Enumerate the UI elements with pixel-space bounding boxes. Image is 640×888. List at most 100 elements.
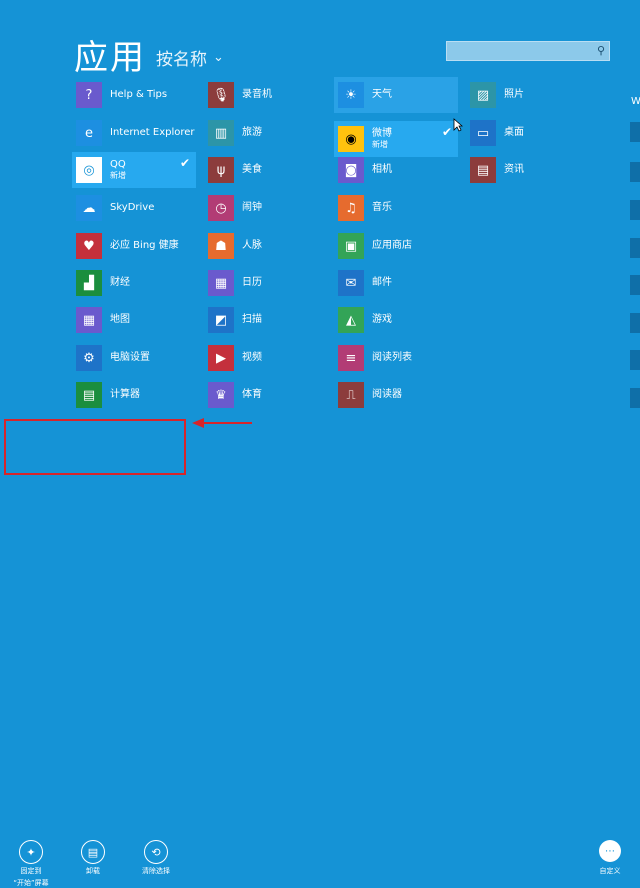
- app-tile[interactable]: ✉ 邮件: [334, 265, 458, 301]
- app-icon: ♥: [76, 233, 102, 259]
- app-icon: ▤: [76, 382, 102, 408]
- app-tile[interactable]: 🎙 录音机: [204, 77, 328, 113]
- app-tile[interactable]: ▥ 旅游: [204, 115, 328, 151]
- app-tile[interactable]: ▤ 资讯: [466, 152, 590, 188]
- app-icon: ⎍: [338, 382, 364, 408]
- sort-label: 按名称: [156, 50, 207, 70]
- app-tile[interactable]: ◭ 游戏: [334, 302, 458, 338]
- app-tile[interactable]: ▣ 应用商店: [334, 228, 458, 264]
- app-label-wrap: 闹钟: [242, 202, 262, 214]
- app-icon: ▟: [76, 270, 102, 296]
- pin-icon: ✦: [19, 840, 43, 864]
- app-label-wrap: 电脑设置: [110, 352, 150, 364]
- app-label: 地图: [110, 314, 130, 325]
- partial-app-tile[interactable]: [630, 162, 640, 182]
- customize-button[interactable]: ⋯ 自定义: [586, 840, 634, 876]
- app-tile[interactable]: ? Help & Tips: [72, 77, 196, 113]
- app-icon: ▶: [208, 345, 234, 371]
- partial-app-tile[interactable]: [630, 275, 640, 295]
- app-tile[interactable]: ◎ QQ 新增 ✔: [72, 152, 196, 188]
- app-icon: ▣: [338, 233, 364, 259]
- mouse-cursor-icon: [453, 118, 463, 132]
- app-tile[interactable]: ◷ 闹钟: [204, 190, 328, 226]
- app-icon: ◷: [208, 195, 234, 221]
- app-tile[interactable]: ♫ 音乐: [334, 190, 458, 226]
- app-tile[interactable]: ◩ 扫描: [204, 302, 328, 338]
- partial-app-tile[interactable]: [630, 238, 640, 258]
- pin-to-start-button[interactable]: ✦ 固定到 “开始”屏幕: [3, 840, 59, 888]
- new-badge: 新增: [110, 171, 126, 180]
- clear-selection-button[interactable]: ⟲ 清除选择: [128, 840, 184, 876]
- app-icon: ▦: [208, 270, 234, 296]
- app-label-wrap: 扫描: [242, 314, 262, 326]
- app-tile[interactable]: ♛ 体育: [204, 377, 328, 413]
- app-tile[interactable]: ψ 美食: [204, 152, 328, 188]
- app-tile[interactable]: ▟ 财经: [72, 265, 196, 301]
- app-tile[interactable]: ▦ 地图: [72, 302, 196, 338]
- app-label: 财经: [110, 277, 130, 288]
- app-tile[interactable]: ▶ 视频: [204, 340, 328, 376]
- app-tile[interactable]: ≡ 阅读列表: [334, 340, 458, 376]
- app-tile[interactable]: ♥ 必应 Bing 健康: [72, 228, 196, 264]
- app-tile[interactable]: ⚙ 电脑设置: [72, 340, 196, 376]
- app-label-wrap: 游戏: [372, 314, 392, 326]
- app-label: 微博: [372, 128, 392, 139]
- uninstall-button[interactable]: ▤ 卸载: [65, 840, 121, 876]
- app-icon: ?: [76, 82, 102, 108]
- partial-app-tile[interactable]: [630, 313, 640, 333]
- checkmark-icon: ✔: [441, 125, 452, 139]
- app-icon: ☁: [76, 195, 102, 221]
- app-label: 闹钟: [242, 202, 262, 213]
- app-label: 照片: [504, 89, 524, 100]
- app-tile[interactable]: ☗ 人脉: [204, 228, 328, 264]
- app-label-wrap: 天气: [372, 89, 392, 101]
- app-tile[interactable]: ▨ 照片: [466, 77, 590, 113]
- app-label-wrap: 地图: [110, 314, 130, 326]
- app-label: 人脉: [242, 240, 262, 251]
- app-label: 阅读器: [372, 389, 402, 400]
- app-label: 体育: [242, 389, 262, 400]
- clear-selection-label: 清除选择: [142, 867, 170, 875]
- app-label: 邮件: [372, 277, 392, 288]
- partial-app-tile[interactable]: [630, 200, 640, 220]
- app-label: 应用商店: [372, 240, 412, 251]
- app-label-wrap: Internet Explorer: [110, 127, 195, 139]
- app-tile[interactable]: ☀ 天气: [334, 77, 458, 113]
- app-icon: ψ: [208, 157, 234, 183]
- app-label-wrap: 人脉: [242, 240, 262, 252]
- app-tile[interactable]: e Internet Explorer: [72, 115, 196, 151]
- app-label: 阅读列表: [372, 352, 412, 363]
- app-label-wrap: 邮件: [372, 277, 392, 289]
- app-label-wrap: 照片: [504, 89, 524, 101]
- app-tile[interactable]: ▤ 计算器: [72, 377, 196, 413]
- app-tile[interactable]: ☁ SkyDrive: [72, 190, 196, 226]
- app-icon: ▭: [470, 120, 496, 146]
- app-icon: ◎: [76, 157, 102, 183]
- partial-app-tile[interactable]: [630, 350, 640, 370]
- sort-dropdown[interactable]: 按名称 ⌄: [156, 45, 224, 70]
- app-tile[interactable]: ▦ 日历: [204, 265, 328, 301]
- app-label: 美食: [242, 164, 262, 175]
- trash-icon: ▤: [81, 840, 105, 864]
- app-icon: e: [76, 120, 102, 146]
- annotation-highlight-box: [4, 419, 186, 475]
- chevron-down-icon: ⌄: [213, 50, 224, 65]
- app-tile[interactable]: ▭ 桌面: [466, 115, 590, 151]
- search-icon[interactable]: ⚲: [597, 44, 605, 57]
- search-input[interactable]: ⚲: [446, 41, 610, 61]
- pin-label-line2: “开始”屏幕: [13, 879, 49, 887]
- app-label-wrap: 必应 Bing 健康: [110, 240, 179, 252]
- partial-app-tile[interactable]: [630, 122, 640, 142]
- app-label: 扫描: [242, 314, 262, 325]
- app-tile[interactable]: ⎍ 阅读器: [334, 377, 458, 413]
- app-label-wrap: 阅读器: [372, 389, 402, 401]
- app-label-wrap: 日历: [242, 277, 262, 289]
- partial-app-tile[interactable]: [630, 388, 640, 408]
- app-tile[interactable]: ◙ 相机: [334, 152, 458, 188]
- app-icon: ♛: [208, 382, 234, 408]
- app-label: 必应 Bing 健康: [110, 240, 179, 251]
- app-label: 游戏: [372, 314, 392, 325]
- app-label-wrap: 视频: [242, 352, 262, 364]
- app-icon: ✉: [338, 270, 364, 296]
- partial-column-letter: W: [631, 96, 640, 107]
